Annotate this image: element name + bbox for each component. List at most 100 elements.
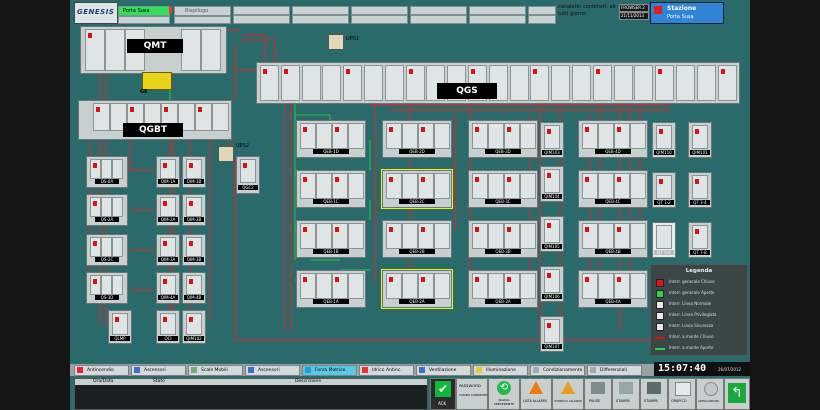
password-button[interactable]: PASSWORD CAMPO CORRENTE xyxy=(456,378,488,410)
panel-qim105[interactable]: QIM105 xyxy=(540,216,564,252)
panel-qim-3b[interactable]: QIM-3B xyxy=(182,234,206,266)
panel-qeb-2a[interactable]: QEB-2A xyxy=(381,269,453,309)
applications-button[interactable]: APPLICAZIONI xyxy=(696,378,724,410)
panel-tag: QIM-4B xyxy=(184,295,204,300)
pause-button[interactable]: PAUSE xyxy=(584,378,612,410)
menu-item[interactable]: Ascensori xyxy=(245,365,300,376)
menu-item[interactable]: Antincendio xyxy=(74,365,129,376)
cabinet xyxy=(348,123,364,149)
panel-qim-1b[interactable]: QIM-1B xyxy=(182,156,206,188)
panel-qim103[interactable]: QIM103 xyxy=(540,122,564,158)
qgs-panel[interactable]: QGS xyxy=(256,62,740,104)
panel-qim-2a[interactable]: QIM-2A xyxy=(156,194,180,226)
qgs-cabinet xyxy=(322,65,342,101)
menu-item[interactable]: Ventilazione xyxy=(416,365,471,376)
print-screen-button[interactable]: STAMPA xyxy=(640,378,668,410)
alarm-table[interactable]: Ora/Data Stato Descrizione xyxy=(74,378,428,410)
cabinet xyxy=(504,123,520,149)
generator-ge[interactable] xyxy=(142,72,172,90)
panel-qeb-3d[interactable]: QEB-3D xyxy=(468,120,538,158)
alarm-list-button[interactable]: LISTA ALLARMI xyxy=(520,378,552,410)
legend-item: Interr. a monte Chiuso xyxy=(655,333,745,342)
panel-tag: QIM101 xyxy=(690,150,710,155)
menu-item[interactable]: Scale Mobili xyxy=(188,365,243,376)
panel-qeb-3b[interactable]: QEB-3B xyxy=(468,220,538,258)
panel-qeb-3a[interactable]: QEB-3A xyxy=(468,270,538,308)
panel-qeb-1d[interactable]: QEB-1D xyxy=(296,120,366,158)
panel-qeb-1a[interactable]: QEB-1A xyxy=(296,270,366,308)
breaker-indicator xyxy=(164,107,168,112)
breaker-indicator xyxy=(585,127,589,132)
panel-tag: QIM-1A xyxy=(158,179,178,184)
breaker-indicator xyxy=(595,69,600,74)
ack-button[interactable]: ✔ ACK xyxy=(430,378,456,410)
panel-qeb-2c[interactable]: QEB-2C xyxy=(381,169,453,209)
panel-qeb-1c[interactable]: QEB-1C xyxy=(296,170,366,208)
breaker-indicator xyxy=(335,127,339,132)
menu-item[interactable]: Condizionamento xyxy=(530,365,585,376)
ups2-box[interactable] xyxy=(218,146,234,162)
panel-qeb-3c[interactable]: QEB-3C xyxy=(468,170,538,208)
breaker-indicator xyxy=(303,277,307,282)
panel-qeb-4d[interactable]: QEB-4D xyxy=(578,120,648,158)
menu-icon xyxy=(533,367,539,373)
panel-qim106[interactable]: QIM106 xyxy=(540,266,564,302)
qmt-panel[interactable]: QMT xyxy=(80,26,227,74)
alarm-history-button[interactable]: STORICO ALLARMI xyxy=(552,378,584,410)
menu-item[interactable]: Idrico Antinc. xyxy=(359,365,414,376)
panel-qt-1-2[interactable]: QT 1-2 xyxy=(652,172,676,208)
cabinet xyxy=(582,173,598,199)
breaker-indicator xyxy=(695,179,699,184)
panel-qs-2a[interactable]: QS-2A xyxy=(86,194,128,226)
legend-line-swatch xyxy=(655,348,665,350)
menu-item[interactable]: Ascensori xyxy=(131,365,186,376)
prev-page-button[interactable]: ⟲ PAGINA PRECEDENTE xyxy=(488,378,520,410)
qmt-label: QMT xyxy=(127,39,183,53)
qgbt-panel[interactable]: QGBT xyxy=(78,100,232,140)
panel-qeb-4c[interactable]: QEB-4C xyxy=(578,170,648,208)
panel-qim107[interactable]: QIM107 xyxy=(540,316,564,352)
cabinet xyxy=(418,173,434,199)
exit-button[interactable]: ↰ xyxy=(724,378,750,410)
cabinet xyxy=(656,225,672,249)
breaker-indicator xyxy=(547,273,551,278)
chart-button[interactable]: GRAFICO xyxy=(668,378,696,410)
breaker-indicator xyxy=(507,277,511,282)
panel-qeb-1b[interactable]: QEB-1B xyxy=(296,220,366,258)
ups1-box[interactable] xyxy=(328,34,344,50)
menu-item[interactable]: Illuminazione xyxy=(473,365,528,376)
panel-qgc2[interactable]: QGC2 xyxy=(236,156,260,194)
panel-qt-7-8[interactable]: QT 7-8 xyxy=(688,222,712,258)
menu-item[interactable]: Forza Motrice xyxy=(302,365,357,376)
legend-item-label: Interr. Linea Privilegiata xyxy=(669,312,717,317)
qgs-cabinet xyxy=(530,65,550,101)
panel-qim-3a[interactable]: QIM-3A xyxy=(156,234,180,266)
print-button[interactable]: STAMPA xyxy=(612,378,640,410)
panel-qim-1a[interactable]: QIM-1A xyxy=(156,156,180,188)
panel-qim-4a[interactable]: QIM-4A xyxy=(156,272,180,304)
breaker-indicator xyxy=(303,177,307,182)
panel-qt-3-4[interactable]: QT 3-4 xyxy=(688,172,712,208)
panel-qeb-2d[interactable]: QEB-2D xyxy=(382,120,452,158)
panel-qim-2b[interactable]: QIM-2B xyxy=(182,194,206,226)
panel-qt-5-6[interactable]: QT 5-6 xyxy=(652,222,676,258)
menu-item[interactable]: Differenziali xyxy=(587,365,642,376)
panel-qs-3d[interactable]: QS-3D xyxy=(86,272,128,304)
panel-tag: QIM104 xyxy=(542,194,562,199)
panel-qim110[interactable]: QIM110 xyxy=(652,122,676,158)
panel-qim102[interactable]: QIM102 xyxy=(182,310,206,344)
panel-qeb-4a[interactable]: QEB-4A xyxy=(578,270,648,308)
panel-qci[interactable]: QCI xyxy=(156,310,180,344)
panel-qim101[interactable]: QIM101 xyxy=(688,122,712,158)
panel-qim104[interactable]: QIM104 xyxy=(540,166,564,202)
ups2-label: UPS2 xyxy=(236,143,250,149)
breaker-indicator xyxy=(659,179,663,184)
prev-page-label: PAGINA PRECEDENTE xyxy=(494,398,514,406)
panel-qs-0a[interactable]: QS-0A xyxy=(86,156,128,188)
panel-qeb-2b[interactable]: QEB-2B xyxy=(382,220,452,258)
panel-qlmp[interactable]: QLMP xyxy=(108,310,132,344)
panel-qeb-4b[interactable]: QEB-4B xyxy=(578,220,648,258)
panel-qs-2c[interactable]: QS-2C xyxy=(86,234,128,266)
alarm-bell-icon xyxy=(529,381,543,394)
panel-qim-4b[interactable]: QIM-4B xyxy=(182,272,206,304)
